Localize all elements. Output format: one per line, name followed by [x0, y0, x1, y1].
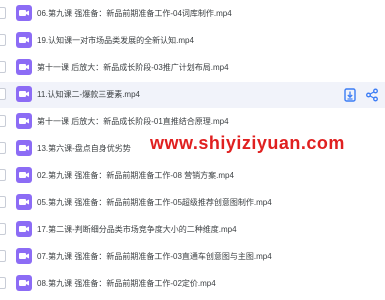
file-row[interactable]: 第十一课 后放大：新品成长阶段-01直推结合原理.mp4 — [0, 109, 385, 135]
download-icon[interactable] — [343, 88, 357, 102]
row-checkbox[interactable] — [0, 250, 6, 262]
file-name: 13.第六课-盘点自身优劣势 — [37, 144, 131, 153]
video-file-icon — [16, 86, 32, 102]
file-row[interactable]: 07.第九课 强准备：新品前期准备工作-03直通车创意图与主图.mp4 — [0, 244, 385, 270]
file-name: 08.第九课 强准备：新品前期准备工作-02定价.mp4 — [37, 279, 216, 288]
video-file-icon — [16, 275, 32, 291]
watermark-text: www.shiyiziyuan.com — [150, 133, 345, 153]
video-file-icon — [16, 32, 32, 48]
video-file-icon — [16, 5, 32, 21]
row-checkbox[interactable] — [0, 61, 6, 73]
file-name: 11.认知课二-爆款三要素.mp4 — [37, 90, 140, 99]
file-name: 第十一课 后放大：新品成长阶段-03推广计划布局.mp4 — [37, 63, 229, 72]
file-row-hovered[interactable]: 11.认知课二-爆款三要素.mp4 — [0, 82, 385, 108]
row-checkbox[interactable] — [0, 115, 6, 127]
file-row[interactable]: 02.第九课 强准备：新品前期准备工作-08 营销方案.mp4 — [0, 163, 385, 189]
file-row[interactable]: 06.第九课 强准备：新品前期准备工作-04词库制作.mp4 — [0, 1, 385, 27]
file-name: 17.第二课-判断细分品类市场竞争度大小的二种维度.mp4 — [37, 225, 237, 234]
video-file-icon — [16, 221, 32, 237]
file-name: 05.第九课 强准备：新品前期准备工作-05超级推荐创意图制作.mp4 — [37, 198, 272, 207]
file-row[interactable]: 08.第九课 强准备：新品前期准备工作-02定价.mp4 — [0, 271, 385, 297]
video-file-icon — [16, 167, 32, 183]
row-checkbox[interactable] — [0, 277, 6, 289]
row-checkbox[interactable] — [0, 196, 6, 208]
row-checkbox[interactable] — [0, 142, 6, 154]
row-checkbox[interactable] — [0, 7, 6, 19]
file-row[interactable]: 17.第二课-判断细分品类市场竞争度大小的二种维度.mp4 — [0, 217, 385, 243]
file-row[interactable]: 19.认知课一对市场品类发展的全新认知.mp4 — [0, 28, 385, 54]
row-checkbox[interactable] — [0, 34, 6, 46]
video-file-icon — [16, 194, 32, 210]
file-name: 07.第九课 强准备：新品前期准备工作-03直通车创意图与主图.mp4 — [37, 252, 272, 261]
row-checkbox[interactable] — [0, 88, 6, 100]
video-file-icon — [16, 248, 32, 264]
video-file-icon — [16, 113, 32, 129]
share-icon[interactable] — [365, 88, 379, 102]
file-name: 第十一课 后放大：新品成长阶段-01直推结合原理.mp4 — [37, 117, 229, 126]
file-name: 06.第九课 强准备：新品前期准备工作-04词库制作.mp4 — [37, 9, 232, 18]
row-actions — [343, 88, 379, 102]
row-checkbox[interactable] — [0, 223, 6, 235]
row-checkbox[interactable] — [0, 169, 6, 181]
video-file-icon — [16, 140, 32, 156]
file-row[interactable]: 第十一课 后放大：新品成长阶段-03推广计划布局.mp4 — [0, 55, 385, 81]
video-file-icon — [16, 59, 32, 75]
file-name: 02.第九课 强准备：新品前期准备工作-08 营销方案.mp4 — [37, 171, 234, 180]
file-row[interactable]: 05.第九课 强准备：新品前期准备工作-05超级推荐创意图制作.mp4 — [0, 190, 385, 216]
file-name: 19.认知课一对市场品类发展的全新认知.mp4 — [37, 36, 194, 45]
